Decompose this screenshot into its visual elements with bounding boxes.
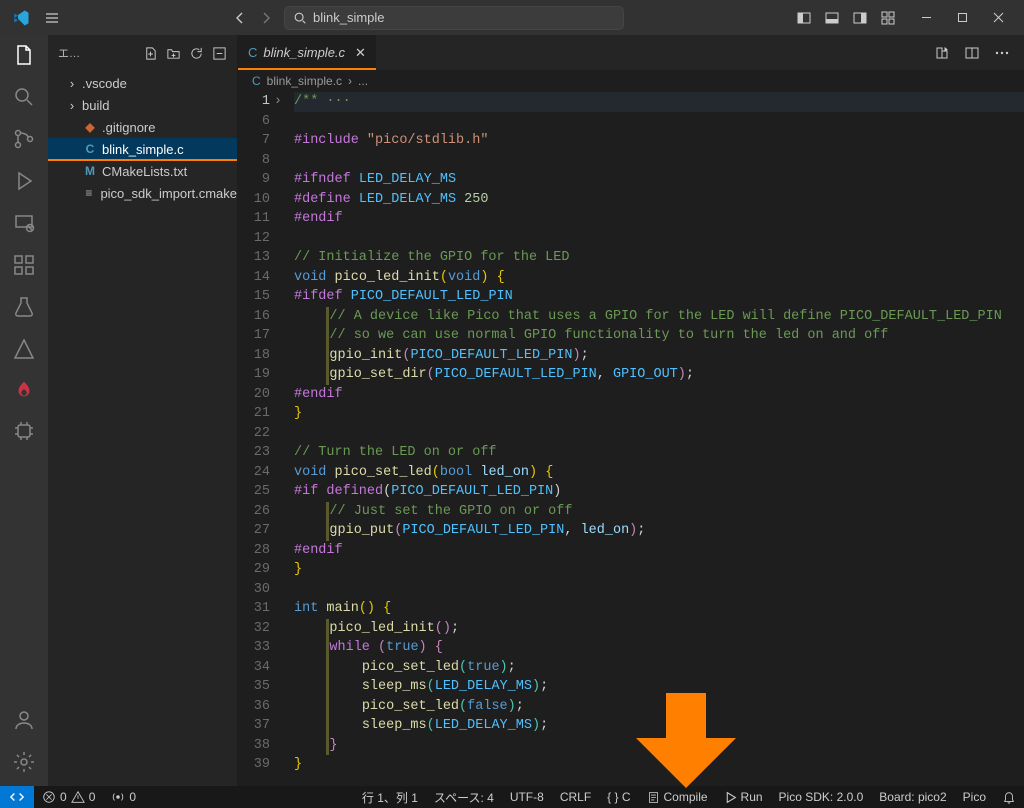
gutter: 1›67891011121314151617181920212223242526… bbox=[238, 92, 284, 786]
tree-folder-vscode[interactable]: ›.vscode bbox=[48, 72, 237, 94]
window-close-icon[interactable] bbox=[980, 0, 1016, 35]
activity-bar bbox=[0, 35, 48, 786]
tab-label: blink_simple.c bbox=[263, 45, 345, 60]
layout-toggle-panel-icon[interactable] bbox=[824, 9, 840, 26]
activity-settings-icon[interactable] bbox=[12, 750, 36, 774]
editor: C blink_simple.c ✕ C blink_simple.c › ..… bbox=[238, 35, 1024, 786]
breadcrumb[interactable]: C blink_simple.c › ... bbox=[238, 70, 1024, 92]
nav-back-icon[interactable] bbox=[232, 9, 248, 26]
tree-file-cmake[interactable]: MCMakeLists.txt bbox=[48, 160, 237, 182]
search-icon bbox=[293, 11, 307, 25]
window-minimize-icon[interactable] bbox=[908, 0, 944, 35]
error-icon bbox=[42, 790, 56, 804]
activity-search-icon[interactable] bbox=[12, 85, 36, 109]
radio-icon bbox=[111, 790, 125, 804]
status-eol[interactable]: CRLF bbox=[552, 790, 599, 804]
status-cursor[interactable]: 行 1、列 1 bbox=[354, 789, 426, 806]
warning-icon bbox=[71, 790, 85, 804]
file-c-icon: C bbox=[248, 45, 257, 60]
code-area[interactable]: 1›67891011121314151617181920212223242526… bbox=[238, 92, 1024, 786]
menu-icon[interactable] bbox=[44, 9, 60, 26]
activity-account-icon[interactable] bbox=[12, 708, 36, 732]
activity-chip-icon[interactable] bbox=[12, 419, 36, 443]
status-board[interactable]: Board: pico2 bbox=[871, 790, 954, 804]
activity-explorer-icon[interactable] bbox=[12, 43, 36, 67]
status-bell-icon[interactable] bbox=[994, 790, 1024, 804]
status-problems[interactable]: 0 0 bbox=[34, 790, 103, 804]
tabs: C blink_simple.c ✕ bbox=[238, 35, 1024, 70]
status-run[interactable]: Run bbox=[716, 790, 771, 804]
vscode-logo-icon bbox=[12, 9, 30, 27]
tree-file-gitignore[interactable]: ◆.gitignore bbox=[48, 116, 237, 138]
nav-forward-icon[interactable] bbox=[258, 9, 274, 26]
layout-toggle-secondary-icon[interactable] bbox=[852, 9, 868, 26]
editor-action-more-icon[interactable] bbox=[994, 44, 1010, 61]
editor-action-compare-icon[interactable] bbox=[934, 44, 950, 61]
status-compile[interactable]: Compile bbox=[639, 790, 716, 804]
statusbar: 0 0 0 行 1、列 1 スペース: 4 UTF-8 CRLF { } C C… bbox=[0, 786, 1024, 808]
activity-scm-icon[interactable] bbox=[12, 127, 36, 151]
activity-debug-icon[interactable] bbox=[12, 169, 36, 193]
collapse-icon[interactable] bbox=[212, 44, 227, 60]
status-sdk[interactable]: Pico SDK: 2.0.0 bbox=[771, 790, 872, 804]
layout-toggle-primary-icon[interactable] bbox=[796, 9, 812, 26]
command-center[interactable]: blink_simple bbox=[284, 6, 624, 30]
status-encoding[interactable]: UTF-8 bbox=[502, 790, 552, 804]
tab-blink-simple[interactable]: C blink_simple.c ✕ bbox=[238, 35, 377, 70]
new-file-icon[interactable] bbox=[143, 44, 158, 60]
activity-pico-icon[interactable] bbox=[13, 379, 35, 401]
search-text: blink_simple bbox=[313, 10, 385, 25]
status-indent[interactable]: スペース: 4 bbox=[426, 789, 502, 806]
refresh-icon[interactable] bbox=[189, 44, 204, 60]
explorer-title: エ... bbox=[58, 45, 80, 61]
nav-history bbox=[232, 9, 274, 26]
status-language[interactable]: { } C bbox=[599, 790, 638, 804]
titlebar: blink_simple bbox=[0, 0, 1024, 35]
file-tree: ›.vscode ›build ◆.gitignore Cblink_simpl… bbox=[48, 70, 237, 206]
new-folder-icon[interactable] bbox=[166, 44, 181, 60]
activity-cmake-icon[interactable] bbox=[12, 337, 36, 361]
window-maximize-icon[interactable] bbox=[944, 0, 980, 35]
layout-customize-icon[interactable] bbox=[880, 9, 896, 26]
breadcrumb-file-icon: C bbox=[252, 74, 261, 88]
tab-close-icon[interactable]: ✕ bbox=[355, 45, 366, 61]
tree-folder-build[interactable]: ›build bbox=[48, 94, 237, 116]
remote-indicator[interactable] bbox=[0, 786, 34, 808]
status-pico[interactable]: Pico bbox=[955, 790, 994, 804]
status-ports[interactable]: 0 bbox=[103, 790, 144, 804]
activity-extensions-icon[interactable] bbox=[12, 253, 36, 277]
editor-action-split-icon[interactable] bbox=[964, 44, 980, 61]
code-content[interactable]: /** ··· #include "pico/stdlib.h" #ifndef… bbox=[284, 92, 1024, 786]
explorer-sidebar: エ... ›.vscode ›build ◆.gitignore Cblink_… bbox=[48, 35, 238, 786]
main-area: エ... ›.vscode ›build ◆.gitignore Cblink_… bbox=[0, 35, 1024, 786]
activity-testing-icon[interactable] bbox=[12, 295, 36, 319]
run-icon bbox=[724, 791, 737, 804]
activity-remote-icon[interactable] bbox=[12, 211, 36, 235]
compile-icon bbox=[647, 791, 660, 804]
tree-file-blink[interactable]: Cblink_simple.c bbox=[48, 138, 237, 160]
tree-file-pico-import[interactable]: ≡pico_sdk_import.cmake bbox=[48, 182, 237, 204]
